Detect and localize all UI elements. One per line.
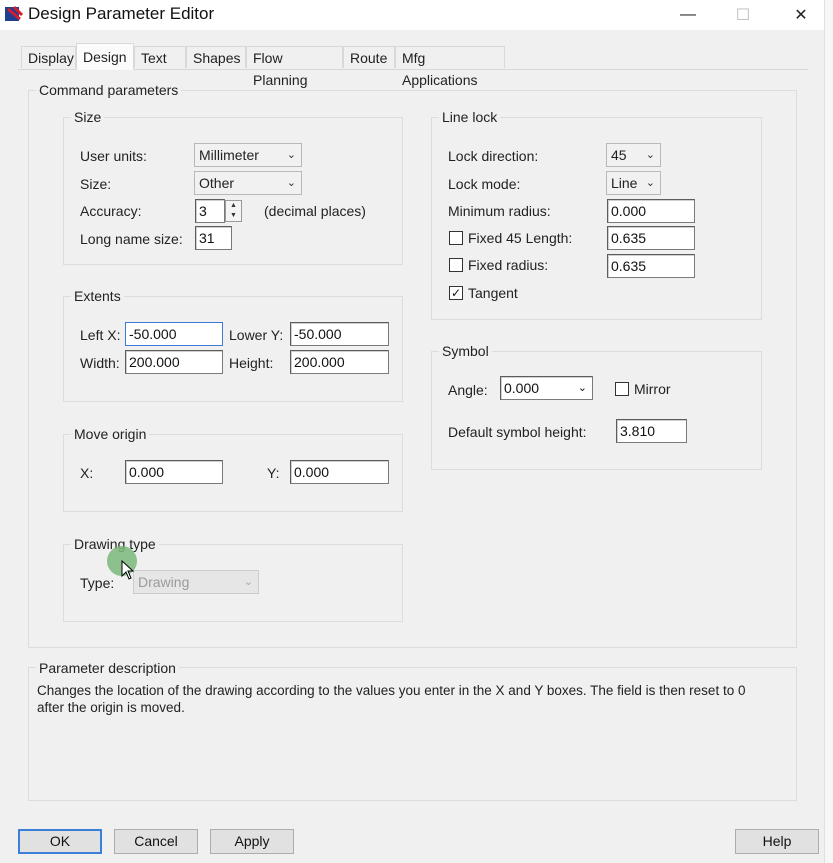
size-title: Size <box>71 109 105 125</box>
tab-design[interactable]: Design <box>76 43 134 70</box>
tab-flow-planning[interactable]: Flow Planning <box>246 46 343 88</box>
help-button[interactable]: Help <box>735 829 819 854</box>
min-radius-input[interactable]: 0.000 <box>607 199 695 223</box>
close-button[interactable]: ✕ <box>778 0 824 30</box>
drawing-type-value: Drawing <box>138 574 190 590</box>
accuracy-input[interactable]: 3 <box>195 199 225 223</box>
fixed-45-checkbox[interactable] <box>449 231 463 245</box>
spin-down-icon[interactable]: ▼ <box>226 211 241 221</box>
move-origin-title: Move origin <box>71 426 150 442</box>
angle-select[interactable]: 0.000 ⌄ <box>500 376 593 400</box>
mouse-cursor-icon <box>121 560 135 580</box>
lock-direction-label: Lock direction: <box>448 148 539 164</box>
tab-route[interactable]: Route <box>343 46 395 68</box>
user-units-select[interactable]: Millimeter ⌄ <box>194 143 302 167</box>
extents-group <box>63 296 403 402</box>
cancel-button[interactable]: Cancel <box>114 829 198 854</box>
lock-mode-value: Line <box>611 175 638 191</box>
chevron-down-icon: ⌄ <box>286 177 296 189</box>
height-label: Height: <box>229 355 274 371</box>
spin-up-icon[interactable]: ▲ <box>226 201 241 211</box>
default-symbol-height-label: Default symbol height: <box>448 424 587 440</box>
left-x-input[interactable]: -50.000 <box>125 322 223 346</box>
accuracy-spinner[interactable]: ▲ ▼ <box>225 200 242 222</box>
chevron-down-icon: ⌄ <box>645 177 655 189</box>
lock-mode-label: Lock mode: <box>448 176 521 192</box>
ok-button[interactable]: OK <box>18 829 102 854</box>
parameter-description-title: Parameter description <box>36 660 179 676</box>
fixed-radius-label: Fixed radius: <box>468 257 549 273</box>
window-title: Design Parameter Editor <box>28 4 215 23</box>
tangent-label: Tangent <box>468 285 518 301</box>
lower-y-label: Lower Y: <box>229 327 284 343</box>
angle-label: Angle: <box>448 382 488 398</box>
tangent-checkbox[interactable]: ✓ <box>449 286 463 300</box>
line-lock-title: Line lock <box>439 109 501 125</box>
lock-mode-select[interactable]: Line ⌄ <box>606 171 661 195</box>
height-input[interactable]: 200.000 <box>290 350 389 374</box>
long-name-label: Long name size: <box>80 231 183 247</box>
tab-text[interactable]: Text <box>134 46 186 68</box>
left-x-label: Left X: <box>80 327 121 343</box>
angle-value: 0.000 <box>504 380 540 396</box>
parameter-description-text: Changes the location of the drawing acco… <box>37 683 746 715</box>
long-name-input[interactable]: 31 <box>195 226 232 250</box>
min-radius-label: Minimum radius: <box>448 203 551 219</box>
lock-direction-value: 45 <box>611 147 627 163</box>
default-symbol-height-input[interactable]: 3.810 <box>616 419 687 443</box>
mirror-checkbox[interactable] <box>615 382 629 396</box>
chevron-down-icon: ⌄ <box>286 149 296 161</box>
command-parameters-title: Command parameters <box>36 82 182 98</box>
extents-title: Extents <box>71 288 124 304</box>
user-units-value: Millimeter <box>199 147 259 163</box>
lock-direction-select[interactable]: 45 ⌄ <box>606 143 661 167</box>
minimize-button[interactable]: — <box>665 0 711 30</box>
fixed-45-input[interactable]: 0.635 <box>607 226 695 250</box>
origin-x-label: X: <box>80 465 94 481</box>
fixed-radius-checkbox[interactable] <box>449 258 463 272</box>
fixed-45-label: Fixed 45 Length: <box>468 230 573 246</box>
accuracy-suffix: (decimal places) <box>264 203 366 219</box>
size-select[interactable]: Other ⌄ <box>194 171 302 195</box>
origin-x-input[interactable]: 0.000 <box>125 460 223 484</box>
app-icon <box>5 5 24 21</box>
origin-y-input[interactable]: 0.000 <box>290 460 389 484</box>
width-input[interactable]: 200.000 <box>125 350 223 374</box>
drawing-type-select[interactable]: Drawing ⌄ <box>133 570 259 594</box>
width-label: Width: <box>80 355 120 371</box>
size-label: Size: <box>80 176 112 192</box>
fixed-radius-input[interactable]: 0.635 <box>607 254 695 278</box>
apply-button[interactable]: Apply <box>210 829 294 854</box>
window-edge <box>824 0 833 863</box>
symbol-title: Symbol <box>439 343 492 359</box>
chevron-down-icon: ⌄ <box>577 382 587 394</box>
symbol-group <box>431 351 762 470</box>
user-units-label: User units: <box>80 148 147 164</box>
tab-mfg-applications[interactable]: Mfg Applications <box>395 46 505 88</box>
accuracy-label: Accuracy: <box>80 203 142 219</box>
lower-y-input[interactable]: -50.000 <box>290 322 389 346</box>
size-value: Other <box>199 175 235 191</box>
maximize-button[interactable]: ☐ <box>720 0 766 30</box>
type-label: Type: <box>80 575 115 591</box>
chevron-down-icon: ⌄ <box>645 149 655 161</box>
origin-y-label: Y: <box>267 465 280 481</box>
tab-shapes[interactable]: Shapes <box>186 46 246 68</box>
tab-display[interactable]: Display <box>21 46 76 68</box>
chevron-down-icon: ⌄ <box>243 576 253 588</box>
mirror-label: Mirror <box>634 381 671 397</box>
